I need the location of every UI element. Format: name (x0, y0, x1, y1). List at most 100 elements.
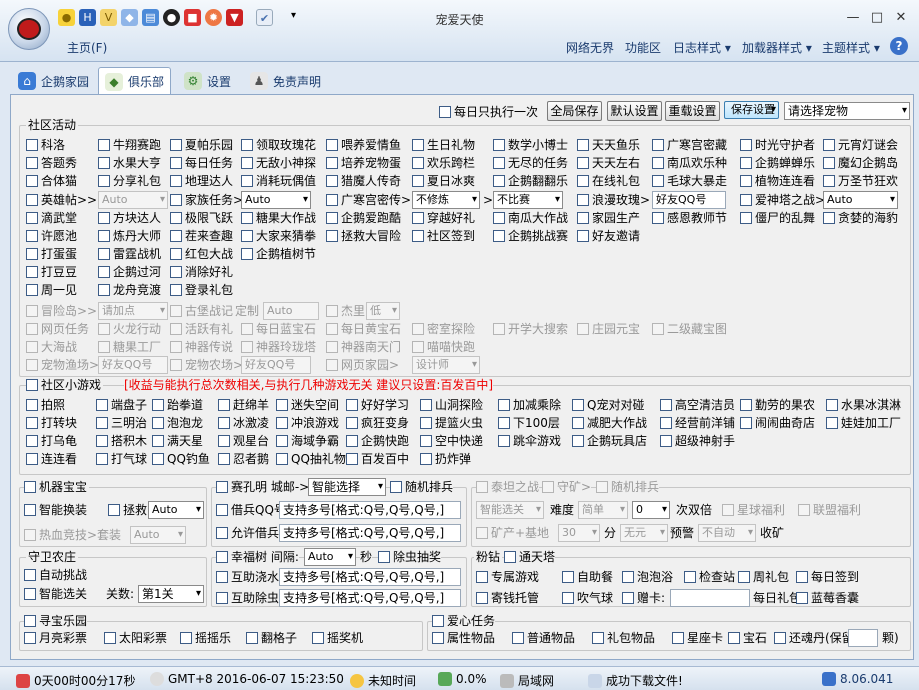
mini-game-checkbox[interactable]: 打转块 (26, 416, 77, 430)
activity-checkbox[interactable]: 雷霆战机 (98, 247, 161, 261)
activity-checkbox[interactable]: 南瓜欢乐种 (652, 156, 727, 170)
activity-checkbox[interactable]: 企鹅翻翻乐 (493, 174, 568, 188)
treasure-checkbox[interactable]: 摇奖机 (312, 631, 363, 645)
activity-checkbox[interactable]: 科洛 (26, 138, 65, 152)
disabled-activity-checkbox[interactable]: 每日蓝宝石 (241, 322, 316, 336)
menu-log-style[interactable]: 日志样式 ▾ (673, 39, 731, 56)
rose-checkbox[interactable]: 浪漫玫瑰> (577, 193, 650, 207)
disabled-activity-checkbox[interactable]: 开学大搜索 (493, 322, 568, 336)
designer-select[interactable]: 设计师 (412, 356, 480, 374)
adventure-island-checkbox[interactable]: 冒险岛>> (26, 304, 97, 318)
mini-game-checkbox[interactable]: 企鹅玩具店 (572, 434, 647, 448)
mini-game-checkbox[interactable]: 减肥大作战 (572, 416, 647, 430)
tab-club[interactable]: ◆ 俱乐部 (98, 67, 172, 95)
help-water-input[interactable]: 支持多号[格式:Q号,Q号,Q号,] (279, 568, 461, 586)
mini-game-checkbox[interactable]: 端盘子 (96, 398, 147, 412)
pink-diamond-checkbox[interactable]: 周礼包 (738, 570, 789, 584)
debug-lottery-checkbox[interactable]: 除虫抽奖 (378, 550, 442, 564)
rescue-select[interactable]: Auto (148, 501, 204, 519)
cultivation-select[interactable]: 不修炼 (412, 191, 480, 209)
auto-challenge-checkbox[interactable]: 自动挑战 (24, 568, 87, 582)
minimize-icon[interactable]: — (845, 10, 861, 26)
pink-diamond-checkbox[interactable]: 检查站 (684, 570, 735, 584)
activity-checkbox[interactable]: 僵尸的乱舞 (740, 211, 815, 225)
help-icon[interactable]: ? (890, 37, 908, 55)
pink-diamond-checkbox[interactable]: 每日签到 (796, 570, 859, 584)
activity-checkbox[interactable]: 在线礼包 (577, 174, 640, 188)
activity-checkbox[interactable]: 大家来猜拳 (241, 229, 316, 243)
mini-game-checkbox[interactable]: 经营前洋铺 (660, 416, 735, 430)
mini-games-checkbox[interactable]: 社区小游戏 (26, 378, 104, 392)
mini-game-checkbox[interactable]: 赶绵羊 (218, 398, 269, 412)
activity-checkbox[interactable]: 时光守护者 (740, 138, 815, 152)
activity-checkbox[interactable]: 生日礼物 (412, 138, 475, 152)
mini-game-checkbox[interactable]: 三明治 (96, 416, 147, 430)
activity-checkbox[interactable]: 每日任务 (170, 156, 233, 170)
mini-game-checkbox[interactable]: 闹闹曲奇店 (740, 416, 815, 430)
level-select[interactable]: 第1关 (138, 585, 204, 603)
activity-checkbox[interactable]: 企鹅植树节 (241, 247, 316, 261)
activity-checkbox[interactable]: 喂养爱情鱼 (326, 138, 401, 152)
interval-select[interactable]: Auto (304, 548, 356, 566)
mini-game-checkbox[interactable]: 海域争霸 (276, 434, 339, 448)
gift-card-input[interactable] (670, 589, 750, 607)
disabled-activity-checkbox[interactable]: 二级藏宝图 (652, 322, 727, 336)
mini-game-checkbox[interactable]: 搭积木 (96, 434, 147, 448)
treasure-checkbox[interactable]: 月亮彩票 (24, 631, 87, 645)
menu-loader-style[interactable]: 加载器样式 ▾ (742, 39, 812, 56)
activity-checkbox[interactable]: 天天鱼乐 (577, 138, 640, 152)
reload-settings-button[interactable]: 重载设置 (665, 101, 720, 121)
aishen-checkbox[interactable]: 爱神塔之战> (740, 193, 825, 207)
family-task-select[interactable]: Auto (241, 191, 311, 209)
activity-checkbox[interactable]: 猎魔人传奇 (326, 174, 401, 188)
kongming-random-checkbox[interactable]: 随机排兵 (390, 480, 454, 494)
tab-disclaimer[interactable]: ♟ 免责声明 (244, 67, 327, 95)
love-task-checkbox[interactable]: 爱心任务 (432, 614, 496, 628)
mini-game-checkbox[interactable]: 空中快递 (420, 434, 483, 448)
activity-checkbox[interactable]: 企鹅过河 (98, 265, 161, 279)
mini-game-checkbox[interactable]: 打气球 (96, 452, 147, 466)
mini-game-checkbox[interactable]: 冰激凌 (218, 416, 269, 430)
double-times-select[interactable]: 0 (632, 501, 670, 519)
menu-theme-style[interactable]: 主题样式 ▾ (822, 39, 880, 56)
castle-auto-input[interactable]: Auto (263, 302, 319, 320)
activity-checkbox[interactable]: 牛翔赛跑 (98, 138, 161, 152)
mini-game-checkbox[interactable]: Q宠对对碰 (572, 398, 644, 412)
activity-checkbox[interactable]: 糖果大作战 (241, 211, 316, 225)
activity-checkbox[interactable]: 打蛋蛋 (26, 247, 77, 261)
love-task-checkbox[interactable]: 还魂丹(保留 (774, 631, 854, 645)
pink-diamond-checkbox[interactable]: 寄钱托管 (476, 591, 539, 605)
activity-checkbox[interactable]: 许愿池 (26, 229, 77, 243)
activity-checkbox[interactable]: 答题秀 (26, 156, 77, 170)
activity-checkbox[interactable]: 消除好礼 (170, 265, 233, 279)
mini-game-checkbox[interactable]: 跆拳道 (152, 398, 203, 412)
mini-game-checkbox[interactable]: QQ钓鱼 (152, 452, 210, 466)
mini-game-checkbox[interactable]: 提篮火虫 (420, 416, 483, 430)
mini-game-checkbox[interactable]: 百发百中 (346, 452, 409, 466)
disabled-activity-checkbox[interactable]: 每日黄宝石 (326, 322, 401, 336)
pink-diamond-checkbox[interactable]: 吹气球 (562, 591, 613, 605)
pink-diamond-checkbox[interactable]: 泡泡浴 (622, 570, 673, 584)
activity-checkbox[interactable]: 周一见 (26, 283, 77, 297)
activity-checkbox[interactable]: 合体猫 (26, 174, 77, 188)
hot-blood-checkbox[interactable]: 热血竞技>套装 (24, 528, 121, 542)
disabled-activity-checkbox[interactable]: 网页任务 (26, 322, 89, 336)
pet-fishery-checkbox[interactable]: 宠物渔场> (26, 358, 99, 372)
mini-game-checkbox[interactable]: 疯狂变身 (346, 416, 409, 430)
menu-network[interactable]: 网络无界 (566, 39, 614, 56)
mini-game-checkbox[interactable]: 冲浪游戏 (276, 416, 339, 430)
alliance-welfare-checkbox[interactable]: 联盟福利 (798, 503, 861, 517)
activity-checkbox[interactable]: 穿越好礼 (412, 211, 475, 225)
mini-game-checkbox[interactable]: 企鹅快跑 (346, 434, 409, 448)
mini-game-checkbox[interactable]: 娃娃加工厂 (826, 416, 901, 430)
auto-collect-select[interactable]: 不自动 (698, 524, 756, 542)
menu-function[interactable]: 功能区 (625, 39, 661, 56)
mini-game-checkbox[interactable]: 满天星 (152, 434, 203, 448)
disabled-activity-checkbox[interactable]: 神器传说 (170, 340, 233, 354)
castle-checkbox[interactable]: 古堡战记 (170, 304, 233, 318)
close-icon[interactable]: ✕ (893, 10, 909, 26)
planet-welfare-checkbox[interactable]: 星球福利 (722, 503, 785, 517)
disabled-activity-checkbox[interactable]: 大海战 (26, 340, 77, 354)
pink-diamond-checkbox[interactable]: 自助餐 (562, 570, 613, 584)
difficulty-select[interactable]: 简单 (578, 501, 628, 519)
